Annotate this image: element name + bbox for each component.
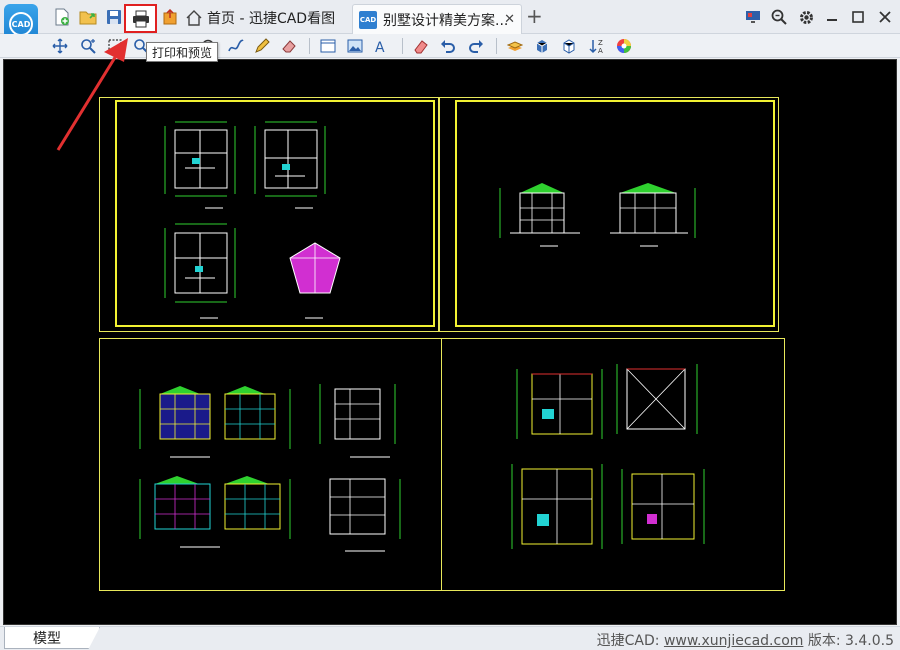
- detail-plan-drawings: [511, 364, 705, 549]
- redo-icon[interactable]: [466, 36, 486, 56]
- save-icon[interactable]: [104, 7, 124, 27]
- svg-text:A: A: [598, 47, 603, 54]
- tab-document[interactable]: CAD 别墅设计精美方案... ✕: [352, 4, 522, 34]
- pan-icon[interactable]: [50, 36, 70, 56]
- floor-plan-drawings: [164, 121, 341, 319]
- version-info: 迅捷CAD: www.xunjiecad.com 版本: 3.4.0.5: [597, 630, 894, 650]
- sheet-floor-plans: [99, 97, 439, 332]
- tab-home[interactable]: 首页 - 迅捷CAD看图: [185, 5, 335, 31]
- logo-text: CAD: [9, 12, 33, 36]
- box-3d-icon[interactable]: [532, 36, 552, 56]
- gear-icon[interactable]: [797, 8, 815, 26]
- cad-file-icon: CAD: [359, 10, 377, 29]
- new-file-icon[interactable]: [52, 7, 72, 27]
- new-tab-button[interactable]: +: [526, 4, 543, 28]
- zoom-window-icon[interactable]: [78, 36, 98, 56]
- print-icon: [133, 10, 149, 28]
- tab-close-icon[interactable]: ✕: [504, 12, 515, 27]
- print-tooltip: 打印和预览: [146, 42, 219, 62]
- polyline-icon[interactable]: [226, 36, 246, 56]
- tool-bar: A ZA: [0, 34, 900, 58]
- close-icon[interactable]: [876, 8, 894, 26]
- svg-text:A: A: [375, 40, 385, 54]
- text-icon[interactable]: A: [372, 36, 392, 56]
- color-wheel-icon[interactable]: [614, 36, 634, 56]
- app-window: CAD 首页 - 迅捷CAD看图 CAD 别墅设计精美方案... ✕ + A Z…: [0, 0, 900, 650]
- undo-icon[interactable]: [438, 36, 458, 56]
- brand-prefix: 迅捷CAD:: [596, 633, 664, 649]
- search-icon[interactable]: [770, 8, 788, 26]
- drawing-canvas[interactable]: [3, 59, 897, 625]
- home-icon: [186, 10, 202, 26]
- status-bar: 模型 迅捷CAD: www.xunjiecad.com 版本: 3.4.0.5: [0, 626, 900, 650]
- print-button[interactable]: [124, 4, 157, 33]
- cube-icon[interactable]: [559, 36, 579, 56]
- tab-home-label: 首页 - 迅捷CAD看图: [207, 11, 336, 27]
- image-icon[interactable]: [345, 36, 365, 56]
- title-bar: CAD 首页 - 迅捷CAD看图 CAD 别墅设计精美方案... ✕ +: [0, 0, 900, 44]
- version-label: 版本: 3.4.0.5: [803, 633, 894, 649]
- layout-icon[interactable]: [318, 36, 338, 56]
- website-link[interactable]: www.xunjiecad.com: [664, 633, 803, 649]
- sheet-sections: [99, 338, 442, 591]
- tab-document-label: 别墅设计精美方案...: [383, 12, 509, 29]
- export-icon[interactable]: [160, 7, 180, 27]
- screen-icon[interactable]: [744, 8, 762, 26]
- section-drawings: [139, 384, 401, 552]
- pen-icon[interactable]: [252, 36, 272, 56]
- clear-icon[interactable]: [411, 36, 431, 56]
- sheet-elevations: [439, 97, 779, 332]
- elevation-drawings: [499, 183, 696, 247]
- maximize-icon[interactable]: [849, 8, 867, 26]
- minimize-icon[interactable]: [823, 8, 841, 26]
- eraser-icon[interactable]: [279, 36, 299, 56]
- sheet-detail-plans: [441, 338, 785, 591]
- open-folder-icon[interactable]: [78, 7, 98, 27]
- layer-icon[interactable]: [505, 36, 525, 56]
- select-box-icon[interactable]: [105, 36, 125, 56]
- svg-text:Z: Z: [598, 39, 603, 47]
- tab-model[interactable]: 模型: [4, 627, 100, 649]
- sort-icon[interactable]: ZA: [587, 36, 607, 56]
